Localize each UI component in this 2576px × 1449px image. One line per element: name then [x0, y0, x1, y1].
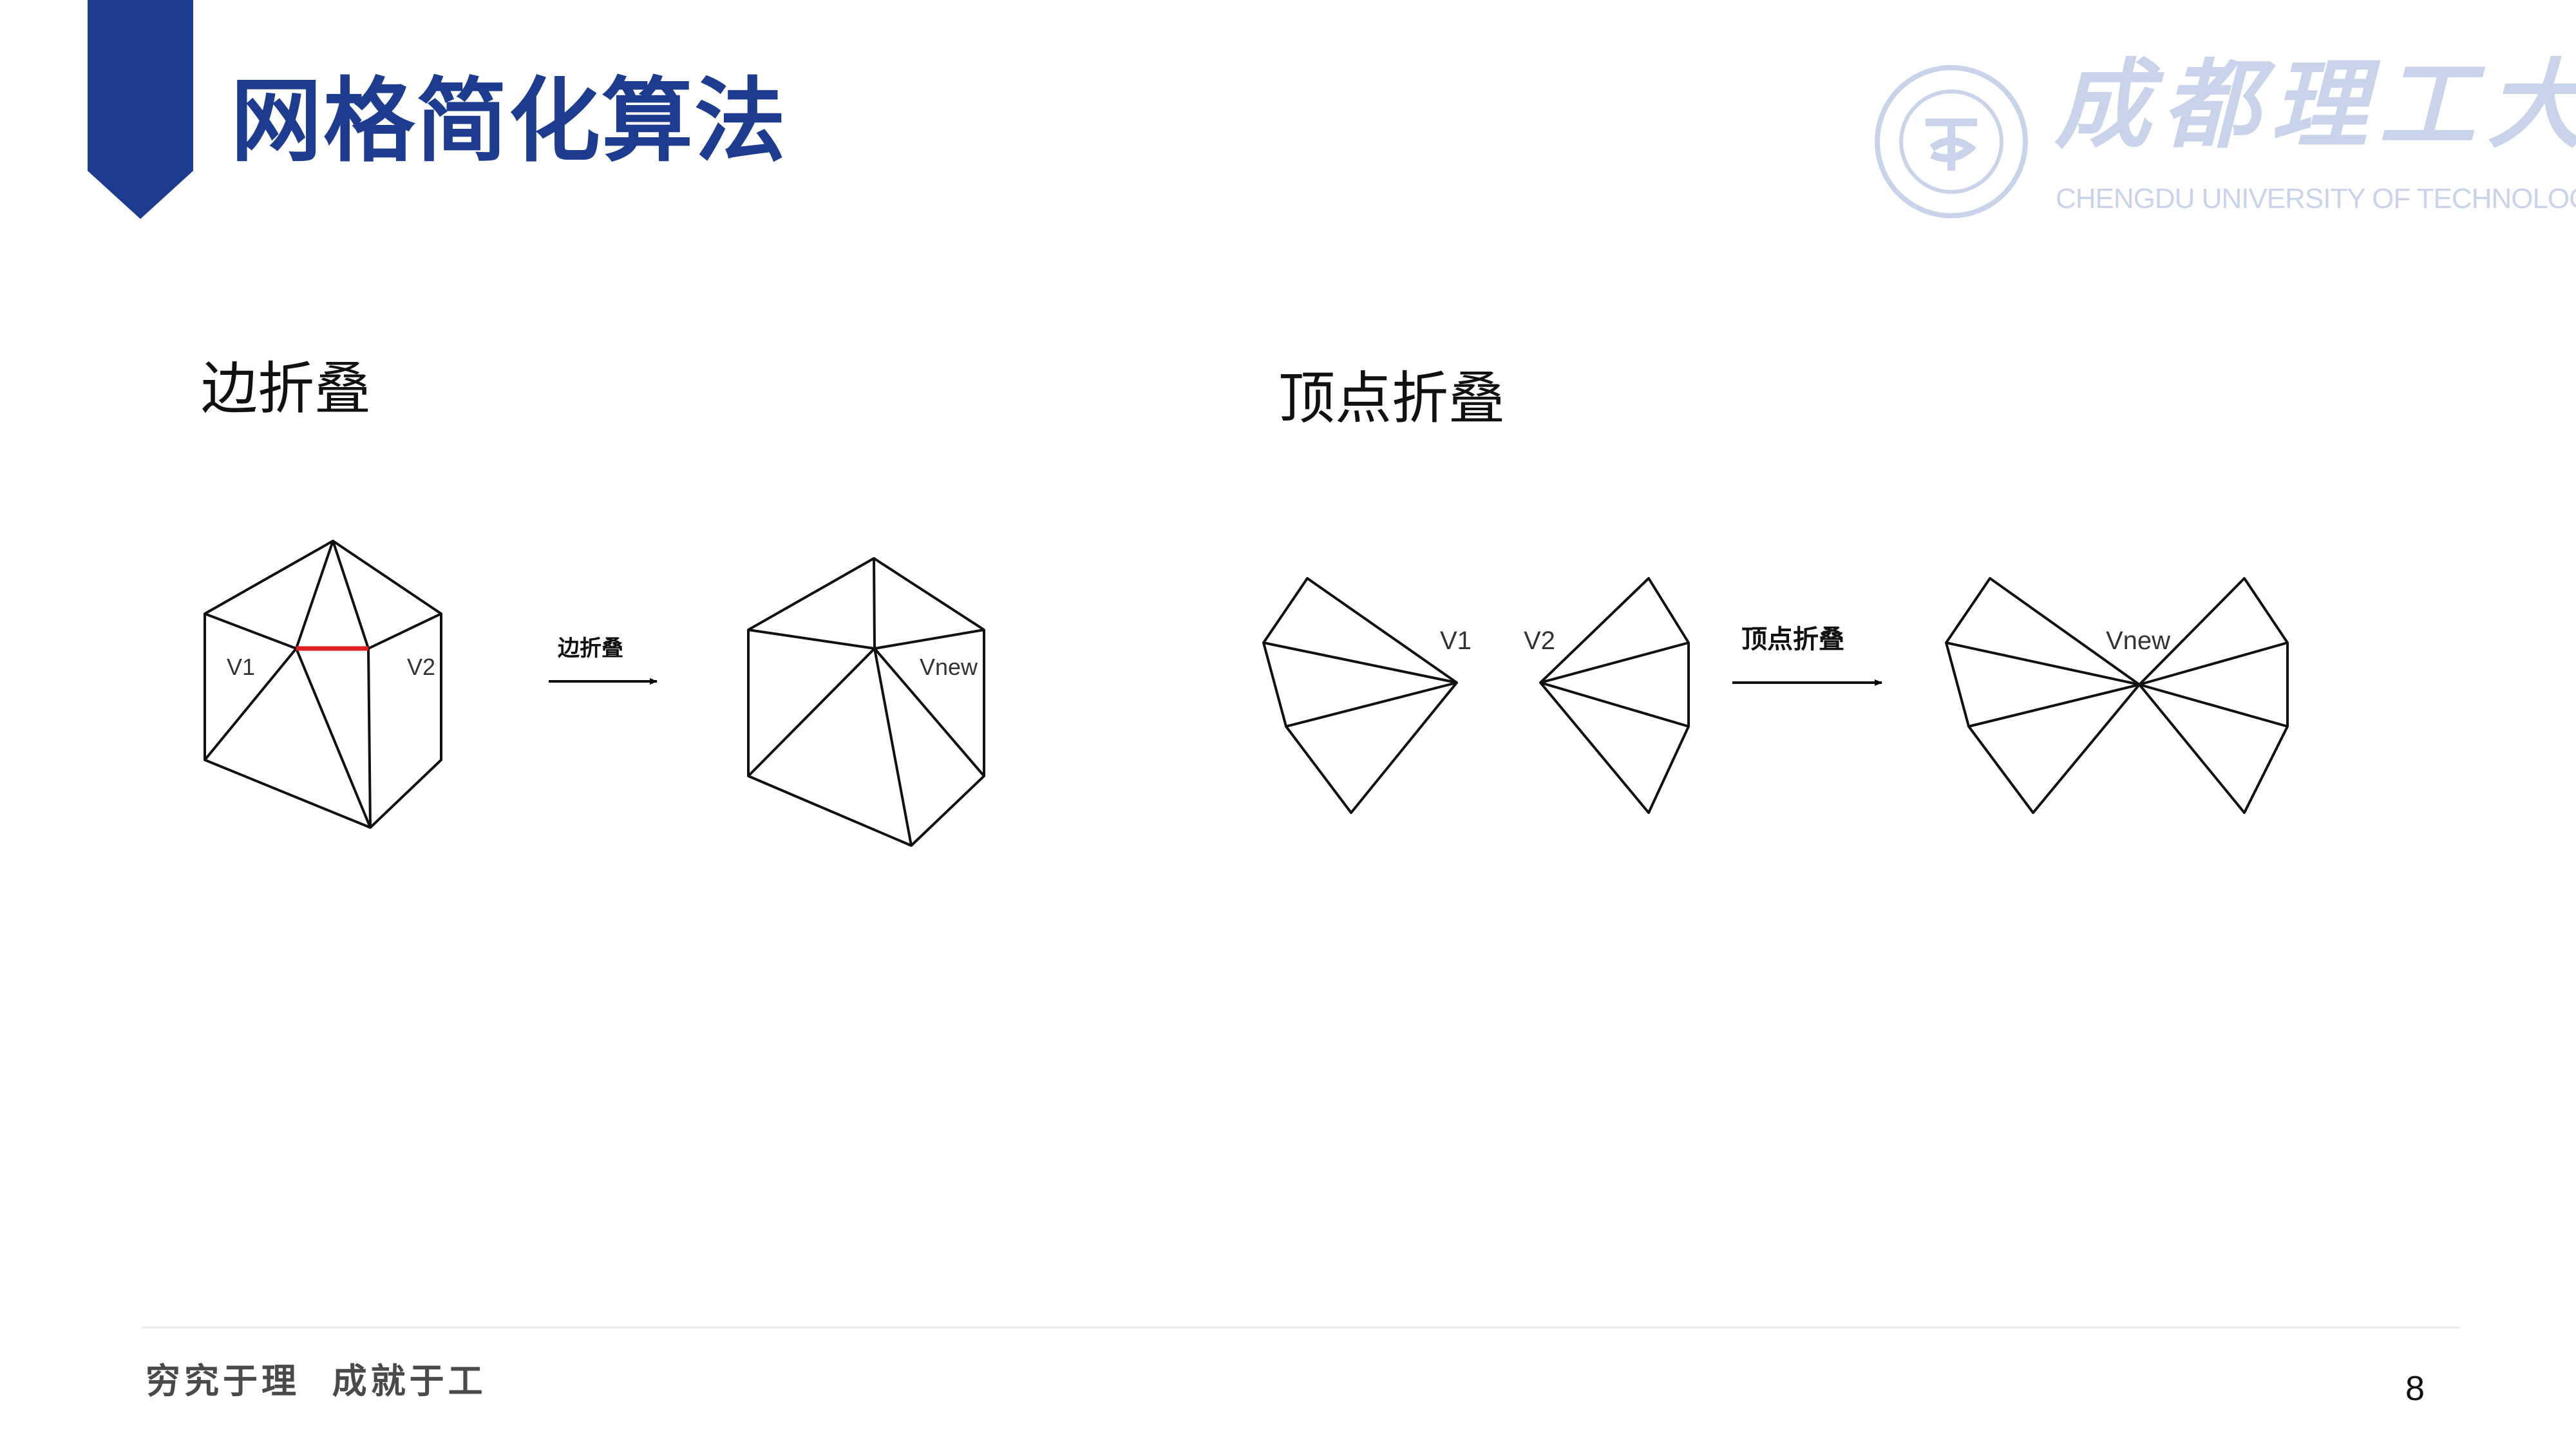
vertex-collapse-before-right-fan	[1539, 577, 1690, 814]
vertex-collapse-after-mesh	[1945, 577, 2289, 814]
mesh-simplification-diagram: V1 V2 Vnew V1 V2 Vnew 边折叠 顶点折叠	[204, 540, 2289, 847]
edge-v1-label: V1	[227, 654, 255, 680]
edge-collapse-after-mesh	[747, 557, 985, 847]
vertex-v2-label: V2	[1524, 627, 1555, 655]
page-number: 8	[2405, 1369, 2425, 1408]
vertex-vnew-label: Vnew	[2106, 627, 2170, 655]
footer-divider	[142, 1327, 2460, 1329]
edge-v2-label: V2	[407, 654, 435, 680]
edge-collapse-arrow-label: 边折叠	[558, 636, 623, 661]
vertex-collapse-arrow-label: 顶点折叠	[1741, 625, 1844, 654]
university-motto: 穷究于理 成就于工	[146, 1360, 487, 1401]
edge-collapse-before-mesh	[204, 540, 442, 829]
edge-vnew-label: Vnew	[920, 654, 978, 680]
vertex-collapse-before-left-fan	[1262, 577, 1458, 814]
vertex-v1-label: V1	[1440, 627, 1472, 655]
